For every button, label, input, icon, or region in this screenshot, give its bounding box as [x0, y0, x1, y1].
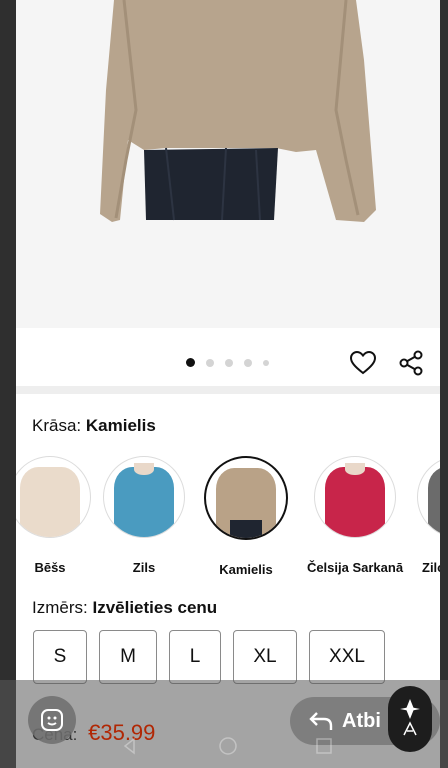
size-button-xxl[interactable]: XXL	[309, 630, 385, 684]
swatch-label: Zils	[132, 560, 156, 575]
back-label: Atbi	[342, 709, 381, 732]
swatch-celsija-sarkana[interactable]: Čelsija Sarkanā	[300, 456, 410, 575]
image-pager[interactable]	[186, 358, 269, 367]
size-button-s[interactable]: S	[33, 630, 87, 684]
swatch-image	[103, 456, 185, 538]
swatch-image	[417, 456, 440, 538]
left-edge	[0, 0, 16, 768]
favorite-button[interactable]	[348, 348, 378, 378]
size-button-xl[interactable]: XL	[233, 630, 297, 684]
nav-recents-icon[interactable]	[314, 736, 334, 756]
swatch-image	[204, 456, 288, 540]
diamond-logo-icon	[400, 699, 420, 736]
size-options: S M L XL XXL	[33, 630, 385, 684]
pager-dot[interactable]	[206, 358, 214, 367]
right-edge	[440, 0, 448, 768]
section-divider	[16, 386, 440, 394]
swatch-label: Kamielis	[219, 562, 273, 577]
heart-outline-icon	[350, 351, 376, 375]
color-swatch-list: Bēšs Zils Kamielis Čelsija Sarkanā Zil	[16, 456, 440, 586]
brand-badge[interactable]	[388, 686, 432, 752]
swatch-bess[interactable]: Bēšs	[16, 456, 96, 575]
color-selected-value: Kamielis	[85, 416, 156, 435]
pager-dot[interactable]	[263, 359, 269, 366]
size-button-l[interactable]: L	[169, 630, 221, 684]
size-heading: Izmērs: Izvēlieties cenu	[32, 598, 217, 618]
assistant-button[interactable]	[28, 696, 76, 744]
color-heading: Krāsa: Kamielis	[32, 416, 156, 436]
sparkle-face-icon	[41, 709, 63, 731]
sweater-photo	[16, 0, 440, 328]
pager-dot[interactable]	[186, 358, 195, 367]
swatch-label: Ziloni	[422, 560, 440, 575]
product-image[interactable]	[16, 0, 440, 328]
gallery-controls	[16, 328, 440, 386]
share-button[interactable]	[396, 348, 426, 378]
swatch-image	[16, 456, 91, 538]
pager-dot[interactable]	[244, 358, 252, 367]
product-card: Krāsa: Kamielis Bēšs Zils Kamielis Čelsi…	[16, 0, 440, 768]
nav-back-icon[interactable]	[120, 736, 140, 756]
pager-dot[interactable]	[225, 358, 233, 367]
size-label: Izmērs:	[32, 598, 88, 617]
nav-home-icon[interactable]	[218, 736, 238, 756]
size-selected-value: Izvēlieties cenu	[92, 598, 218, 617]
color-label: Krāsa:	[32, 416, 82, 435]
share-icon	[399, 350, 423, 376]
swatch-kamielis[interactable]: Kamielis	[200, 456, 292, 577]
swatch-ziloni[interactable]: Ziloni	[412, 456, 440, 575]
swatch-label: Čelsija Sarkanā	[306, 560, 404, 575]
reply-arrow-icon	[309, 712, 333, 730]
swatch-image	[314, 456, 396, 538]
size-button-m[interactable]: M	[99, 630, 157, 684]
swatch-label: Bēšs	[34, 560, 66, 575]
swatch-zils[interactable]: Zils	[98, 456, 190, 575]
